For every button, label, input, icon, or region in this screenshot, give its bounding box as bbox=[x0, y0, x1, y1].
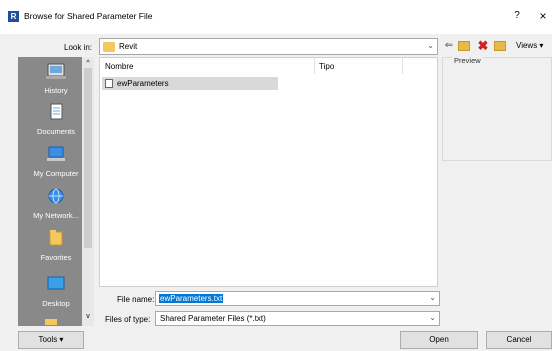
new-folder-button[interactable] bbox=[494, 39, 506, 53]
column-header-name[interactable]: Nombre bbox=[105, 62, 133, 71]
file-icon bbox=[105, 79, 113, 88]
views-button[interactable]: Views ▾ bbox=[516, 39, 552, 53]
column-divider bbox=[402, 58, 403, 74]
chevron-down-icon: ⌄ bbox=[429, 313, 436, 322]
look-in-dropdown[interactable]: Revit ⌄ bbox=[99, 38, 438, 55]
scrollbar-thumb[interactable] bbox=[84, 68, 92, 248]
documents-icon bbox=[50, 103, 63, 120]
close-button[interactable]: × bbox=[536, 9, 550, 23]
look-in-label: Look in: bbox=[64, 43, 93, 52]
revit-app-icon: R bbox=[8, 11, 19, 22]
desktop-icon bbox=[47, 276, 65, 290]
preview-label: Preview bbox=[452, 56, 483, 65]
preview-pane bbox=[442, 57, 552, 161]
network-icon bbox=[48, 188, 64, 204]
file-name-label: File name: bbox=[117, 295, 155, 304]
file-row[interactable]: ewParameters bbox=[102, 77, 278, 90]
up-folder-button[interactable] bbox=[458, 39, 470, 53]
column-divider bbox=[314, 58, 315, 74]
scroll-up-icon[interactable]: ^ bbox=[82, 60, 94, 67]
new-folder-icon bbox=[494, 40, 506, 51]
cancel-button[interactable]: Cancel bbox=[486, 331, 552, 349]
computer-icon bbox=[47, 146, 65, 161]
look-in-value: Revit bbox=[119, 42, 138, 51]
file-type-dropdown[interactable]: Shared Parameter Files (*.txt) ⌄ bbox=[155, 311, 440, 326]
scroll-down-icon[interactable]: v bbox=[82, 313, 94, 320]
chevron-down-icon[interactable]: ⌄ bbox=[429, 293, 436, 302]
history-icon bbox=[46, 63, 66, 79]
back-button[interactable]: ⇐ bbox=[443, 39, 455, 53]
window-title: Browse for Shared Parameter File bbox=[24, 11, 153, 21]
tools-button[interactable]: Tools ▾ bbox=[18, 331, 84, 349]
delete-x-icon: ✖ bbox=[477, 38, 489, 53]
file-list[interactable]: Nombre Tipo ewParameters bbox=[99, 57, 438, 287]
folder-icon bbox=[45, 319, 57, 325]
folder-icon bbox=[103, 42, 115, 52]
favorites-icon bbox=[49, 230, 63, 246]
file-name-value[interactable]: ewParameters.txt bbox=[159, 294, 224, 303]
file-name: ewParameters bbox=[117, 79, 169, 88]
file-type-label: Files of type: bbox=[105, 315, 151, 324]
file-type-value: Shared Parameter Files (*.txt) bbox=[160, 314, 266, 323]
open-button[interactable]: Open bbox=[400, 331, 478, 349]
chevron-down-icon: ⌄ bbox=[427, 41, 434, 50]
column-header-type[interactable]: Tipo bbox=[319, 62, 334, 71]
delete-button[interactable]: ✖ bbox=[477, 39, 489, 53]
file-name-input[interactable]: ewParameters.txt ⌄ bbox=[155, 291, 440, 306]
up-folder-icon bbox=[458, 40, 470, 51]
back-arrow-icon: ⇐ bbox=[444, 40, 454, 51]
help-button[interactable]: ? bbox=[511, 10, 523, 22]
